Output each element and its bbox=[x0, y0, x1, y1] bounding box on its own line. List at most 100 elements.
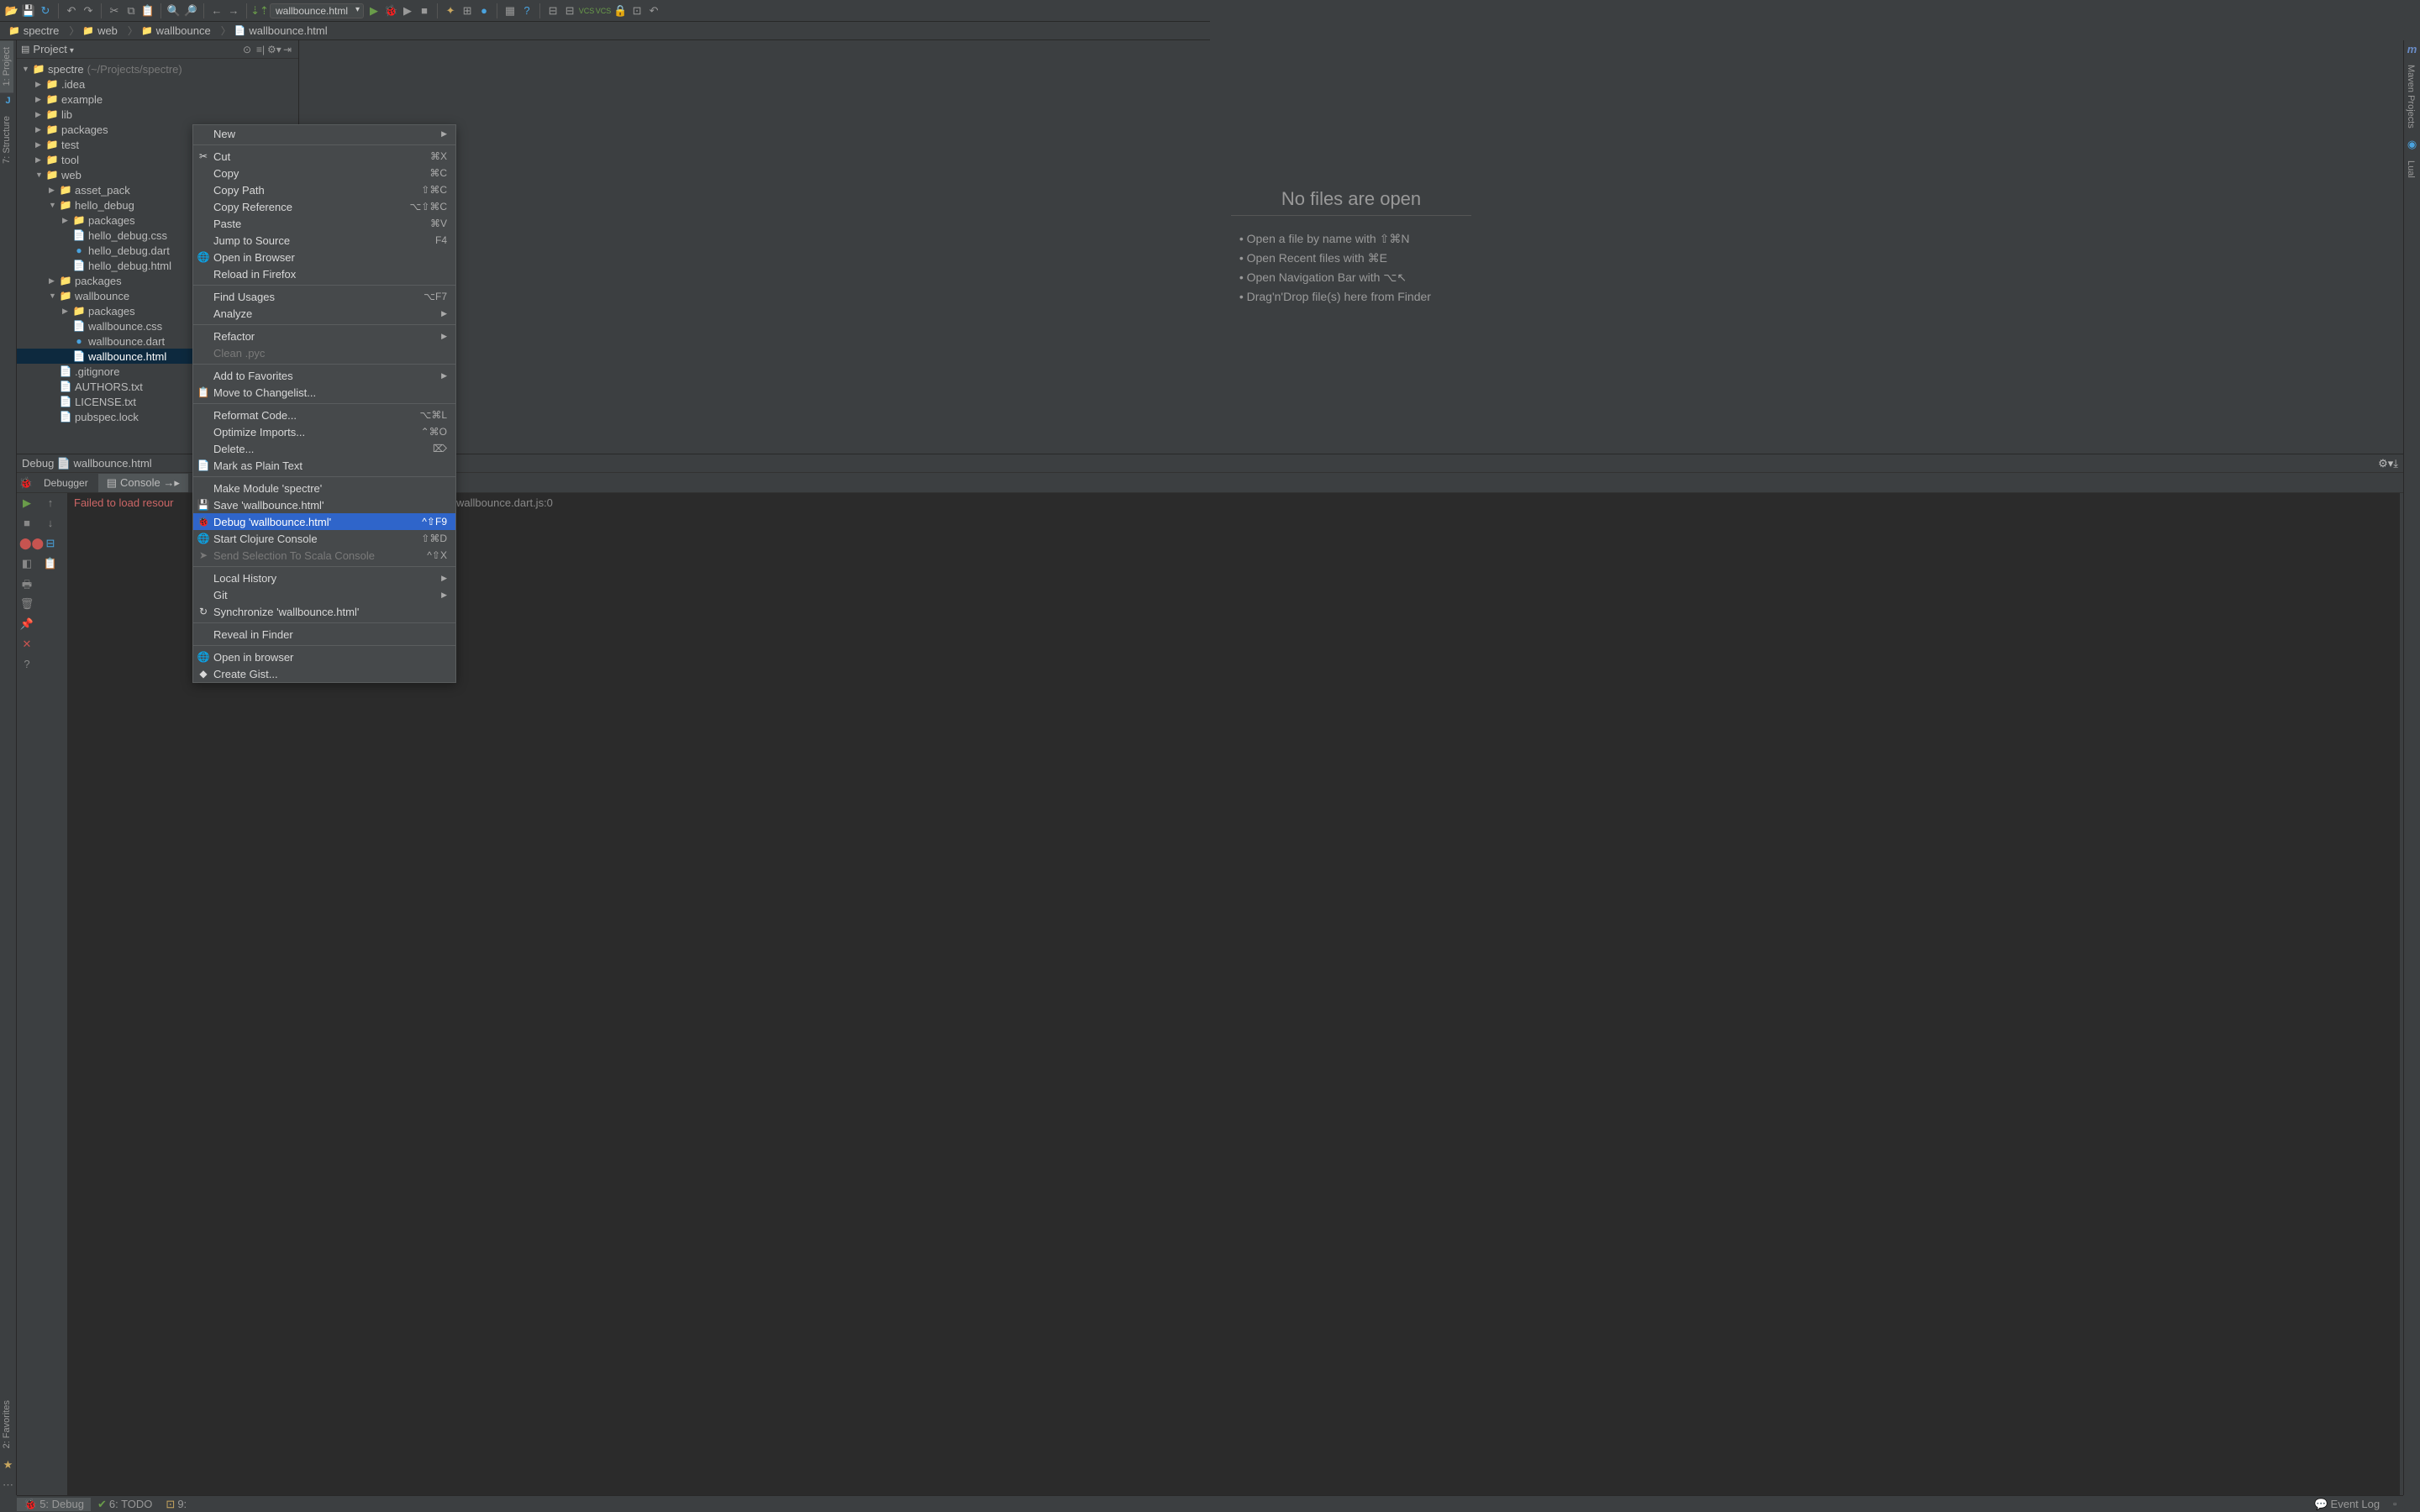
menu-item[interactable]: ◆Create Gist... bbox=[193, 665, 455, 682]
stop-icon[interactable]: ■ bbox=[418, 4, 431, 18]
bt-debug[interactable]: 🐞5: Debug bbox=[17, 1498, 91, 1511]
copy-icon[interactable]: ⧉ bbox=[124, 4, 138, 18]
menu-item[interactable]: Refactor▶ bbox=[193, 328, 455, 344]
bt-eventlog[interactable]: 💬Event Log bbox=[2307, 1498, 2386, 1511]
tool-icon-6[interactable]: ⊟ bbox=[563, 4, 576, 18]
rail-favorites[interactable]: 2: Favorites bbox=[0, 1394, 13, 1455]
menu-item[interactable]: Analyze▶ bbox=[193, 305, 455, 322]
tool-icon-2[interactable]: ⊞ bbox=[460, 4, 474, 18]
tree-item[interactable]: ▼📁spectre(~/Projects/spectre) bbox=[17, 61, 298, 76]
rail-project[interactable]: 1: Project bbox=[0, 40, 13, 92]
debug-hide-icon[interactable]: ⤓ bbox=[2393, 457, 2398, 470]
vcs-icon-1[interactable]: VCS bbox=[580, 4, 593, 18]
dbg-icon-7[interactable]: 📌 bbox=[19, 617, 34, 633]
crumb-0[interactable]: 📁spectre bbox=[5, 24, 66, 37]
save-icon[interactable]: 💾 bbox=[22, 4, 35, 18]
vcs-icon-2[interactable]: VCS bbox=[597, 4, 610, 18]
tab-debugger[interactable]: Debugger bbox=[35, 475, 97, 491]
menu-item[interactable]: Local History▶ bbox=[193, 570, 455, 586]
tool-icon-4[interactable]: ▦ bbox=[503, 4, 517, 18]
rail-j-icon[interactable]: J bbox=[0, 92, 16, 109]
menu-item[interactable]: Add to Favorites▶ bbox=[193, 367, 455, 384]
debug-settings-icon[interactable]: ⚙▾ bbox=[2378, 457, 2393, 470]
stop-debug-icon[interactable]: ■ bbox=[19, 517, 34, 532]
help-icon[interactable]: ? bbox=[520, 4, 534, 18]
back-icon[interactable]: ← bbox=[210, 4, 224, 18]
tab-console[interactable]: ▤Console →▸ bbox=[98, 474, 188, 492]
bt-9[interactable]: ⊡9: bbox=[159, 1498, 193, 1511]
menu-item[interactable]: Jump to SourceF4 bbox=[193, 232, 455, 249]
ellipsis-icon[interactable]: ⋯ bbox=[0, 1475, 16, 1495]
scroll-to-icon[interactable]: ⊙ bbox=[240, 44, 254, 55]
crumb-1[interactable]: 📁web bbox=[66, 24, 124, 38]
forward-icon[interactable]: → bbox=[227, 4, 240, 18]
make-icon[interactable]: ⇣⇡ bbox=[253, 4, 266, 18]
tool-icon-7[interactable]: 🔒 bbox=[613, 4, 627, 18]
replace-icon[interactable]: 🔎 bbox=[184, 4, 197, 18]
tool-icon-5[interactable]: ⊟ bbox=[546, 4, 560, 18]
hide-icon[interactable]: ⇥ bbox=[281, 44, 294, 55]
bt-todo[interactable]: ✔6: TODO bbox=[91, 1498, 159, 1511]
dbg-icon-8[interactable]: ✕ bbox=[19, 638, 34, 653]
menu-item[interactable]: 🌐Open in browser bbox=[193, 648, 455, 665]
menu-item[interactable]: Copy⌘C bbox=[193, 165, 455, 181]
settings-icon[interactable]: ⚙▾ bbox=[267, 44, 281, 55]
menu-item[interactable]: Optimize Imports...⌃⌘O bbox=[193, 423, 455, 440]
menu-item[interactable]: Reload in Firefox bbox=[193, 265, 455, 282]
menu-item[interactable]: ↻Synchronize 'wallbounce.html' bbox=[193, 603, 455, 620]
dbg2-icon-4[interactable]: 📋 bbox=[43, 557, 58, 572]
menu-item[interactable]: 📄Mark as Plain Text bbox=[193, 457, 455, 474]
crumb-2[interactable]: 📁wallbounce bbox=[124, 24, 218, 38]
menu-item[interactable]: 💾Save 'wallbounce.html' bbox=[193, 496, 455, 513]
tool-icon-8[interactable]: ⊡ bbox=[630, 4, 644, 18]
collapse-icon[interactable]: ≡| bbox=[254, 44, 267, 55]
find-icon[interactable]: 🔍 bbox=[167, 4, 181, 18]
step-up-icon[interactable]: ↑ bbox=[43, 496, 58, 512]
menu-item[interactable]: Copy Path⇧⌘C bbox=[193, 181, 455, 198]
menu-item[interactable]: New▶ bbox=[193, 125, 455, 142]
lual-icon[interactable]: ◉ bbox=[2404, 135, 2420, 154]
cut-icon[interactable]: ✂ bbox=[108, 4, 121, 18]
star-icon[interactable]: ★ bbox=[0, 1455, 16, 1475]
rerun-icon[interactable]: ▶ bbox=[19, 496, 34, 512]
menu-item[interactable]: Paste⌘V bbox=[193, 215, 455, 232]
menu-item[interactable]: Copy Reference⌥⇧⌘C bbox=[193, 198, 455, 215]
tree-item[interactable]: ▶📁lib bbox=[17, 107, 298, 122]
debug-icon[interactable]: 🐞 bbox=[384, 4, 397, 18]
rail-maven[interactable]: Maven Projects bbox=[2404, 58, 2417, 135]
menu-item[interactable]: Make Module 'spectre' bbox=[193, 480, 455, 496]
dbg-icon-5[interactable]: 🖶 bbox=[19, 577, 34, 592]
menu-item[interactable]: Find Usages⌥F7 bbox=[193, 288, 455, 305]
rail-structure[interactable]: 7: Structure bbox=[0, 109, 13, 171]
tree-item[interactable]: ▶📁.idea bbox=[17, 76, 298, 92]
paste-icon[interactable]: 📋 bbox=[141, 4, 155, 18]
menu-item[interactable]: Delete...⌦ bbox=[193, 440, 455, 457]
dbg2-icon-3[interactable]: ⊟ bbox=[43, 537, 58, 552]
dbg-icon-4[interactable]: ◧ bbox=[19, 557, 34, 572]
step-down-icon[interactable]: ↓ bbox=[43, 517, 58, 532]
undo-icon[interactable]: ↶ bbox=[65, 4, 78, 18]
rail-lual[interactable]: Lual bbox=[2404, 154, 2417, 185]
sync-icon[interactable]: ↻ bbox=[39, 4, 52, 18]
menu-item[interactable]: Reformat Code...⌥⌘L bbox=[193, 407, 455, 423]
bt-corner-icon[interactable]: ▫ bbox=[2386, 1499, 2403, 1509]
redo-icon[interactable]: ↷ bbox=[82, 4, 95, 18]
tool-icon-9[interactable]: ↶ bbox=[647, 4, 660, 18]
maven-m-icon[interactable]: m bbox=[2404, 40, 2420, 58]
tree-item[interactable]: ▶📁example bbox=[17, 92, 298, 107]
menu-item[interactable]: 🌐Open in Browser bbox=[193, 249, 455, 265]
dbg-icon-6[interactable]: 🗑 bbox=[19, 597, 34, 612]
tool-icon-1[interactable]: ✦ bbox=[444, 4, 457, 18]
menu-item[interactable]: Reveal in Finder bbox=[193, 626, 455, 643]
menu-item[interactable]: Git▶ bbox=[193, 586, 455, 603]
dbg-icon-9[interactable]: ? bbox=[19, 658, 34, 673]
coverage-icon[interactable]: ▶ bbox=[401, 4, 414, 18]
context-menu[interactable]: New▶ ✂Cut⌘XCopy⌘CCopy Path⇧⌘CCopy Referen… bbox=[192, 124, 456, 683]
crumb-3[interactable]: 📄wallbounce.html bbox=[218, 24, 334, 38]
menu-item[interactable]: 📋Move to Changelist... bbox=[193, 384, 455, 401]
open-icon[interactable]: 📂 bbox=[5, 4, 18, 18]
menu-item[interactable]: ✂Cut⌘X bbox=[193, 148, 455, 165]
tool-icon-3[interactable]: ● bbox=[477, 4, 491, 18]
run-config-combo[interactable]: wallbounce.html bbox=[270, 3, 364, 18]
run-icon[interactable]: ▶ bbox=[367, 4, 381, 18]
